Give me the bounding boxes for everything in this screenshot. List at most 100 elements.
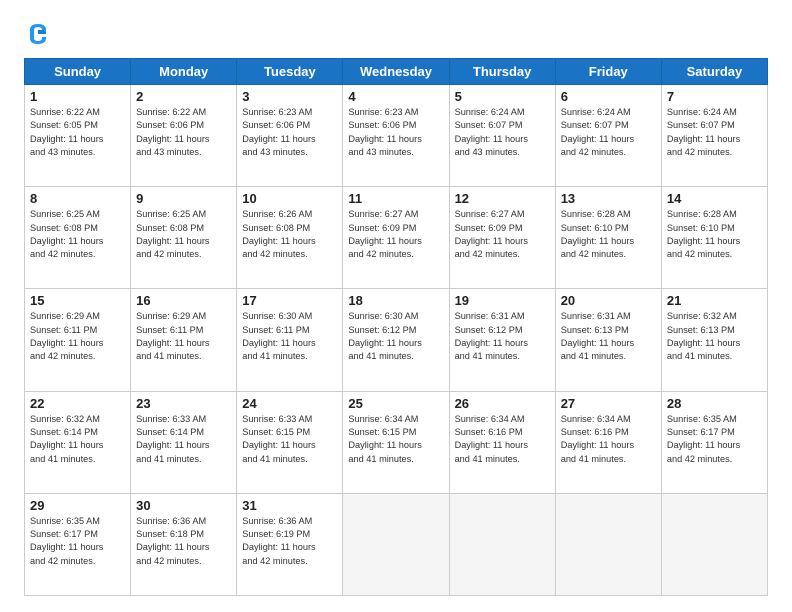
day-number: 8 [30, 191, 125, 206]
calendar-cell: 20 Sunrise: 6:31 AM Sunset: 6:13 PM Dayli… [555, 289, 661, 391]
day-info: Sunrise: 6:31 AM Sunset: 6:12 PM Dayligh… [455, 310, 550, 363]
day-info: Sunrise: 6:31 AM Sunset: 6:13 PM Dayligh… [561, 310, 656, 363]
weekday-friday: Friday [555, 59, 661, 85]
day-info: Sunrise: 6:24 AM Sunset: 6:07 PM Dayligh… [455, 106, 550, 159]
day-info: Sunrise: 6:26 AM Sunset: 6:08 PM Dayligh… [242, 208, 337, 261]
day-number: 17 [242, 293, 337, 308]
calendar-cell: 2 Sunrise: 6:22 AM Sunset: 6:06 PM Daylig… [131, 85, 237, 187]
calendar-cell: 5 Sunrise: 6:24 AM Sunset: 6:07 PM Daylig… [449, 85, 555, 187]
day-info: Sunrise: 6:23 AM Sunset: 6:06 PM Dayligh… [242, 106, 337, 159]
day-info: Sunrise: 6:24 AM Sunset: 6:07 PM Dayligh… [561, 106, 656, 159]
day-info: Sunrise: 6:22 AM Sunset: 6:05 PM Dayligh… [30, 106, 125, 159]
calendar-cell: 12Sunrise: 6:27 AM Sunset: 6:09 PM Dayli… [449, 187, 555, 289]
day-info: Sunrise: 6:36 AM Sunset: 6:18 PM Dayligh… [136, 515, 231, 568]
day-number: 28 [667, 396, 762, 411]
day-number: 25 [348, 396, 443, 411]
calendar-cell: 8 Sunrise: 6:25 AM Sunset: 6:08 PM Daylig… [25, 187, 131, 289]
day-info: Sunrise: 6:34 AM Sunset: 6:16 PM Dayligh… [561, 413, 656, 466]
day-info: Sunrise: 6:32 AM Sunset: 6:14 PM Dayligh… [30, 413, 125, 466]
day-info: Sunrise: 6:30 AM Sunset: 6:12 PM Dayligh… [348, 310, 443, 363]
day-info: Sunrise: 6:35 AM Sunset: 6:17 PM Dayligh… [30, 515, 125, 568]
calendar-cell: 17 Sunrise: 6:30 AM Sunset: 6:11 PM Dayli… [237, 289, 343, 391]
weekday-wednesday: Wednesday [343, 59, 449, 85]
day-number: 14 [667, 191, 762, 206]
day-number: 9 [136, 191, 231, 206]
day-number: 30 [136, 498, 231, 513]
day-number: 20 [561, 293, 656, 308]
day-number: 5 [455, 89, 550, 104]
day-number: 21 [667, 293, 762, 308]
day-number: 2 [136, 89, 231, 104]
week-row-1: 1Sunrise: 6:22 AM Sunset: 6:05 PM Daylig… [25, 85, 768, 187]
day-info: Sunrise: 6:36 AM Sunset: 6:19 PM Dayligh… [242, 515, 337, 568]
calendar-cell: 19 Sunrise: 6:31 AM Sunset: 6:12 PM Dayli… [449, 289, 555, 391]
day-info: Sunrise: 6:32 AM Sunset: 6:13 PM Dayligh… [667, 310, 762, 363]
day-number: 23 [136, 396, 231, 411]
calendar-cell: 16 Sunrise: 6:29 AM Sunset: 6:11 PM Dayli… [131, 289, 237, 391]
day-number: 7 [667, 89, 762, 104]
day-info: Sunrise: 6:27 AM Sunset: 6:09 PM Dayligh… [348, 208, 443, 261]
day-number: 10 [242, 191, 337, 206]
day-info: Sunrise: 6:25 AM Sunset: 6:08 PM Dayligh… [136, 208, 231, 261]
day-info: Sunrise: 6:33 AM Sunset: 6:15 PM Dayligh… [242, 413, 337, 466]
day-info: Sunrise: 6:23 AM Sunset: 6:06 PM Dayligh… [348, 106, 443, 159]
day-info: Sunrise: 6:34 AM Sunset: 6:16 PM Dayligh… [455, 413, 550, 466]
calendar-cell: 9 Sunrise: 6:25 AM Sunset: 6:08 PM Daylig… [131, 187, 237, 289]
day-number: 13 [561, 191, 656, 206]
weekday-saturday: Saturday [661, 59, 767, 85]
day-number: 26 [455, 396, 550, 411]
calendar-cell: 13 Sunrise: 6:28 AM Sunset: 6:10 PM Dayli… [555, 187, 661, 289]
calendar-cell: 24 Sunrise: 6:33 AM Sunset: 6:15 PM Dayli… [237, 391, 343, 493]
day-number: 4 [348, 89, 443, 104]
calendar-cell [661, 493, 767, 595]
header [24, 20, 768, 48]
calendar-cell: 11Sunrise: 6:27 AM Sunset: 6:09 PM Dayli… [343, 187, 449, 289]
day-number: 27 [561, 396, 656, 411]
weekday-tuesday: Tuesday [237, 59, 343, 85]
day-number: 3 [242, 89, 337, 104]
calendar-cell: 6 Sunrise: 6:24 AM Sunset: 6:07 PM Daylig… [555, 85, 661, 187]
day-info: Sunrise: 6:28 AM Sunset: 6:10 PM Dayligh… [667, 208, 762, 261]
day-number: 6 [561, 89, 656, 104]
calendar-cell: 3 Sunrise: 6:23 AM Sunset: 6:06 PM Daylig… [237, 85, 343, 187]
week-row-4: 22Sunrise: 6:32 AM Sunset: 6:14 PM Dayli… [25, 391, 768, 493]
day-number: 19 [455, 293, 550, 308]
calendar-table: SundayMondayTuesdayWednesdayThursdayFrid… [24, 58, 768, 596]
logo-icon [24, 20, 52, 48]
day-number: 31 [242, 498, 337, 513]
week-row-2: 8 Sunrise: 6:25 AM Sunset: 6:08 PM Daylig… [25, 187, 768, 289]
calendar-cell: 27 Sunrise: 6:34 AM Sunset: 6:16 PM Dayli… [555, 391, 661, 493]
calendar-cell: 23Sunrise: 6:33 AM Sunset: 6:14 PM Dayli… [131, 391, 237, 493]
weekday-thursday: Thursday [449, 59, 555, 85]
day-info: Sunrise: 6:24 AM Sunset: 6:07 PM Dayligh… [667, 106, 762, 159]
calendar-cell: 25Sunrise: 6:34 AM Sunset: 6:15 PM Dayli… [343, 391, 449, 493]
day-number: 29 [30, 498, 125, 513]
calendar-cell [343, 493, 449, 595]
day-info: Sunrise: 6:28 AM Sunset: 6:10 PM Dayligh… [561, 208, 656, 261]
day-number: 15 [30, 293, 125, 308]
weekday-monday: Monday [131, 59, 237, 85]
day-number: 24 [242, 396, 337, 411]
calendar-cell: 22Sunrise: 6:32 AM Sunset: 6:14 PM Dayli… [25, 391, 131, 493]
day-number: 12 [455, 191, 550, 206]
calendar-cell: 4 Sunrise: 6:23 AM Sunset: 6:06 PM Daylig… [343, 85, 449, 187]
calendar-cell: 15Sunrise: 6:29 AM Sunset: 6:11 PM Dayli… [25, 289, 131, 391]
day-number: 16 [136, 293, 231, 308]
calendar-cell: 29 Sunrise: 6:35 AM Sunset: 6:17 PM Dayli… [25, 493, 131, 595]
calendar-cell: 21 Sunrise: 6:32 AM Sunset: 6:13 PM Dayli… [661, 289, 767, 391]
calendar-cell: 10 Sunrise: 6:26 AM Sunset: 6:08 PM Dayli… [237, 187, 343, 289]
day-info: Sunrise: 6:25 AM Sunset: 6:08 PM Dayligh… [30, 208, 125, 261]
day-info: Sunrise: 6:22 AM Sunset: 6:06 PM Dayligh… [136, 106, 231, 159]
weekday-sunday: Sunday [25, 59, 131, 85]
calendar-cell: 26 Sunrise: 6:34 AM Sunset: 6:16 PM Dayli… [449, 391, 555, 493]
day-info: Sunrise: 6:30 AM Sunset: 6:11 PM Dayligh… [242, 310, 337, 363]
day-info: Sunrise: 6:29 AM Sunset: 6:11 PM Dayligh… [136, 310, 231, 363]
logo [24, 20, 56, 48]
calendar-cell: 14 Sunrise: 6:28 AM Sunset: 6:10 PM Dayli… [661, 187, 767, 289]
calendar-cell [555, 493, 661, 595]
calendar-cell: 7 Sunrise: 6:24 AM Sunset: 6:07 PM Daylig… [661, 85, 767, 187]
calendar-cell: 28Sunrise: 6:35 AM Sunset: 6:17 PM Dayli… [661, 391, 767, 493]
calendar-cell: 31 Sunrise: 6:36 AM Sunset: 6:19 PM Dayli… [237, 493, 343, 595]
weekday-header-row: SundayMondayTuesdayWednesdayThursdayFrid… [25, 59, 768, 85]
calendar-cell: 1Sunrise: 6:22 AM Sunset: 6:05 PM Daylig… [25, 85, 131, 187]
